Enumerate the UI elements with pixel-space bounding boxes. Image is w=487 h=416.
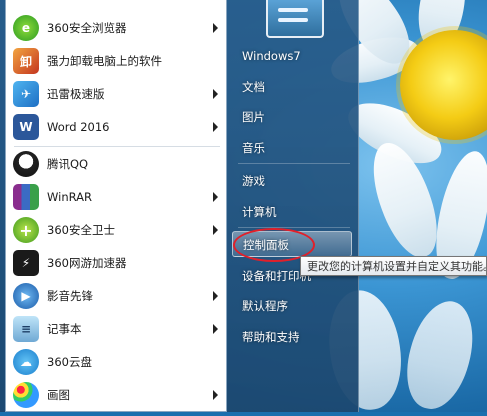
chevron-right-icon[interactable] [213, 122, 218, 132]
winrar-icon [13, 184, 39, 210]
program-label: Word 2016 [47, 120, 110, 134]
chevron-right-icon[interactable] [213, 324, 218, 334]
places-item-documents[interactable]: 文档 [232, 74, 352, 100]
notepad-icon: ≡ [13, 316, 39, 342]
places-list: Windows7 文档 图片 音乐 游戏 计算机 控制面板 设备和打印机 默认程… [228, 0, 358, 412]
qq-icon [13, 151, 39, 177]
programs-list: e 360安全浏览器 卸 强力卸载电脑上的软件 ✈ 迅雷极速版 W Word 2… [5, 0, 227, 412]
chevron-right-icon[interactable] [213, 23, 218, 33]
program-item-word[interactable]: W Word 2016 [6, 111, 226, 143]
program-item-360-browser[interactable]: e 360安全浏览器 [6, 12, 226, 44]
places-item-computer[interactable]: 计算机 [232, 199, 352, 225]
360-safe-icon: + [13, 217, 39, 243]
program-label: 记事本 [47, 322, 82, 336]
program-label: 迅雷极速版 [47, 87, 105, 101]
start-menu: e 360安全浏览器 卸 强力卸载电脑上的软件 ✈ 迅雷极速版 W Word 2… [0, 0, 359, 412]
places-item-pictures[interactable]: 图片 [232, 104, 352, 130]
program-label: 强力卸载电脑上的软件 [47, 54, 162, 68]
program-label: 腾讯QQ [47, 157, 89, 171]
divider [14, 146, 220, 147]
divider [238, 227, 350, 228]
word-icon: W [13, 114, 39, 140]
program-label: 360网游加速器 [47, 256, 127, 270]
paint-icon [13, 382, 39, 408]
places-item-help-support[interactable]: 帮助和支持 [232, 324, 352, 350]
chevron-right-icon[interactable] [213, 89, 218, 99]
tooltip: 更改您的计算机设置并自定义其功能。 [300, 256, 487, 276]
chevron-right-icon[interactable] [213, 192, 218, 202]
program-label: 影音先锋 [47, 289, 93, 303]
program-label: 360安全浏览器 [47, 21, 127, 35]
places-item-default-programs[interactable]: 默认程序 [232, 293, 352, 319]
places-item-music[interactable]: 音乐 [232, 135, 352, 161]
chevron-right-icon[interactable] [213, 390, 218, 400]
places-item-games[interactable]: 游戏 [232, 168, 352, 194]
program-label: WinRAR [47, 190, 92, 204]
places-item-windows7[interactable]: Windows7 [232, 43, 352, 69]
program-item-player[interactable]: ▶ 影音先锋 [6, 280, 226, 312]
360-game-accelerator-icon: ⚡ [13, 250, 39, 276]
program-label: 画图 [47, 388, 70, 402]
player-icon: ▶ [13, 283, 39, 309]
divider [238, 163, 350, 164]
program-item-uninstall[interactable]: 卸 强力卸载电脑上的软件 [6, 45, 226, 77]
program-label: 360云盘 [47, 355, 92, 369]
uninstall-icon: 卸 [13, 48, 39, 74]
thunder-icon: ✈ [13, 81, 39, 107]
chevron-right-icon[interactable] [213, 225, 218, 235]
program-item-winrar[interactable]: WinRAR [6, 181, 226, 213]
program-item-360-game-accelerator[interactable]: ⚡ 360网游加速器 [6, 247, 226, 279]
program-item-360-safe[interactable]: + 360安全卫士 [6, 214, 226, 246]
chevron-right-icon[interactable] [213, 291, 218, 301]
flower-petal [396, 294, 484, 416]
program-item-notepad[interactable]: ≡ 记事本 [6, 313, 226, 345]
360-cloud-icon: ☁ [13, 349, 39, 375]
360-browser-icon: e [13, 15, 39, 41]
program-label: 360安全卫士 [47, 223, 115, 237]
program-item-paint[interactable]: 画图 [6, 379, 226, 411]
program-item-qq[interactable]: 腾讯QQ [6, 148, 226, 180]
program-item-360-cloud[interactable]: ☁ 360云盘 [6, 346, 226, 378]
program-item-thunder[interactable]: ✈ 迅雷极速版 [6, 78, 226, 110]
